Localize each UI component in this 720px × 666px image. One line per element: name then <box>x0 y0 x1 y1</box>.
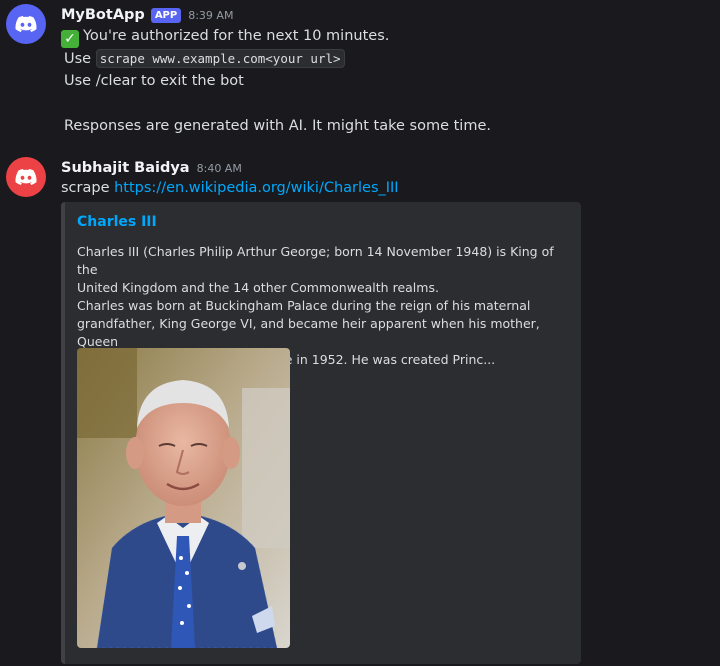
embed-description-line: Charles was born at Buckingham Palace du… <box>77 298 531 313</box>
scrape-command-text: scrape <box>61 180 110 196</box>
author-name[interactable]: Subhajit Baidya <box>61 160 190 176</box>
app-badge: APP <box>150 7 182 23</box>
authorized-line: ✓ You're authorized for the next 10 minut… <box>61 26 389 48</box>
portrait-photo <box>77 348 290 648</box>
scrape-command-line: scrape https://en.wikipedia.org/wiki/Cha… <box>61 178 399 198</box>
message-header: MyBotApp APP 8:39 AM <box>61 4 233 26</box>
embed-description-line: United Kingdom and the 14 other Commonwe… <box>77 280 439 295</box>
command-code: scrape www.example.com<your url> <box>95 49 345 68</box>
discord-logo-icon <box>15 16 37 32</box>
ai-note: Responses are generated with AI. It migh… <box>64 118 491 134</box>
embed-description-line: Charles III (Charles Philip Arthur Georg… <box>77 244 554 277</box>
embed-title[interactable]: Charles III <box>77 214 157 230</box>
message-bot: MyBotApp APP 8:39 AM ✓ You're authorized … <box>0 4 720 144</box>
wikipedia-link[interactable]: https://en.wikipedia.org/wiki/Charles_II… <box>114 180 398 196</box>
user-avatar[interactable] <box>6 157 46 197</box>
clear-line: Use /clear to exit the bot <box>64 73 244 89</box>
author-name[interactable]: MyBotApp <box>61 7 145 23</box>
message-timestamp[interactable]: 8:40 AM <box>197 162 242 175</box>
discord-logo-icon <box>15 169 37 185</box>
bot-avatar[interactable] <box>6 4 46 44</box>
authorized-text: You're authorized for the next 10 minute… <box>83 28 390 44</box>
usage-line: Use scrape www.example.com<your url> <box>64 49 345 69</box>
embed-portrait-image[interactable] <box>77 348 290 648</box>
use-prefix: Use <box>64 51 92 67</box>
message-header: Subhajit Baidya 8:40 AM <box>61 157 242 179</box>
embed-description-line: grandfather, King George VI, and became … <box>77 316 540 349</box>
link-embed: Charles III Charles III (Charles Philip … <box>61 202 581 664</box>
message-timestamp[interactable]: 8:39 AM <box>188 9 233 22</box>
white-check-mark-icon: ✓ <box>61 30 79 48</box>
